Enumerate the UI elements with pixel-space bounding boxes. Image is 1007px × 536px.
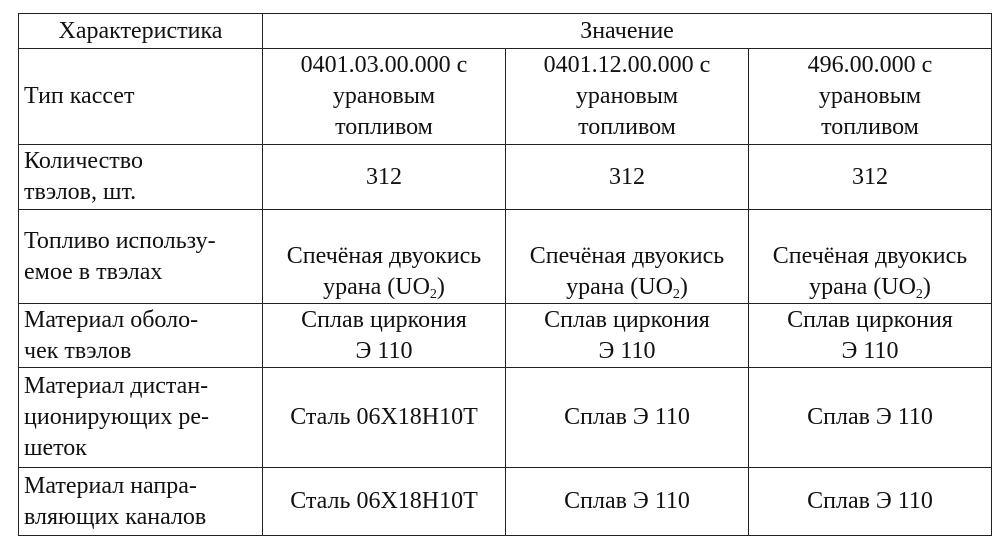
cell-value: 312 [748, 144, 992, 210]
cell-value: Спечёная двуокись урана (UO2) [748, 209, 992, 304]
cell-value: Спечёная двуокись урана (UO2) [262, 209, 506, 304]
fuel-line2-end: ) [436, 274, 445, 300]
table-row: Материал напра- вляющих каналов Сталь 06… [18, 467, 992, 536]
header-row: Характеристика Значение [18, 13, 992, 49]
cell-value: Сплав Э 110 [748, 467, 992, 536]
cell-value: 496.00.000 с урановым топливом [748, 48, 992, 145]
table-row: Количество твэлов, шт. 312 312 312 [18, 144, 992, 210]
cell-value: 312 [262, 144, 506, 210]
cell-value: Сплав Э 110 [748, 367, 992, 468]
subscript: 2 [915, 287, 923, 302]
cell-value: 312 [505, 144, 749, 210]
row-label: Материал оболо- чек твэлов [18, 303, 263, 368]
spec-table: Характеристика Значение Тип кассет 0401.… [18, 13, 992, 536]
fuel-line2-end: ) [922, 274, 931, 300]
table-row: Тип кассет 0401.03.00.000 с урановым топ… [18, 48, 992, 145]
fuel-line2: урана (UO [809, 274, 916, 300]
table-row: Топливо использу- емое в твэлах Спечёная… [18, 209, 992, 304]
row-label: Количество твэлов, шт. [18, 144, 263, 210]
header-value: Значение [262, 13, 992, 49]
table-row: Материал дистан- ционирующих ре- шеток С… [18, 367, 992, 468]
table-row: Материал оболо- чек твэлов Сплав циркони… [18, 303, 992, 368]
row-label: Топливо использу- емое в твэлах [18, 209, 263, 304]
fuel-line1: Спечёная двуокись [772, 243, 968, 269]
cell-value: Сплав Э 110 [505, 467, 749, 536]
fuel-line1: Спечёная двуокись [529, 243, 725, 269]
header-characteristic: Характеристика [18, 13, 263, 49]
subscript: 2 [672, 287, 680, 302]
fuel-line1: Спечёная двуокись [286, 243, 482, 269]
fuel-line2: урана (UO [566, 274, 673, 300]
cell-value: Сплав циркония Э 110 [262, 303, 506, 368]
row-label: Материал напра- вляющих каналов [18, 467, 263, 536]
spec-table-container: Характеристика Значение Тип кассет 0401.… [18, 13, 992, 536]
cell-value: Сталь 06Х18Н10Т [262, 467, 506, 536]
subscript: 2 [429, 287, 437, 302]
cell-value: Сплав циркония Э 110 [505, 303, 749, 368]
cell-value: 0401.03.00.000 с урановым топливом [262, 48, 506, 145]
cell-value: Сталь 06Х18Н10Т [262, 367, 506, 468]
cell-value: Спечёная двуокись урана (UO2) [505, 209, 749, 304]
fuel-line2: урана (UO [323, 274, 430, 300]
cell-value: Сплав Э 110 [505, 367, 749, 468]
fuel-line2-end: ) [679, 274, 688, 300]
cell-value: Сплав циркония Э 110 [748, 303, 992, 368]
row-label: Материал дистан- ционирующих ре- шеток [18, 367, 263, 468]
row-label: Тип кассет [18, 48, 263, 145]
cell-value: 0401.12.00.000 с урановым топливом [505, 48, 749, 145]
